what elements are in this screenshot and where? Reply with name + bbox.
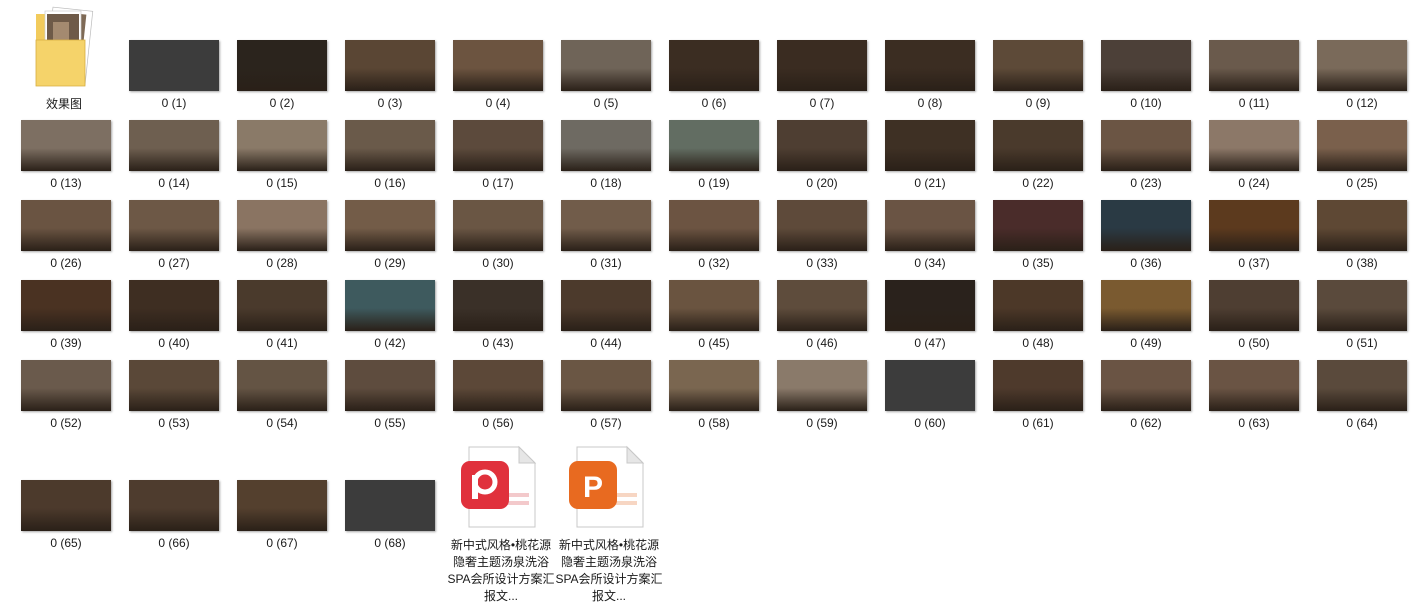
svg-text:P: P: [583, 471, 603, 504]
image-thumbnail: [453, 200, 543, 251]
image-thumbnail: [1101, 120, 1191, 171]
image-thumbnail: [237, 40, 327, 91]
image-thumbnail: [561, 120, 651, 171]
folder-icon: [35, 6, 94, 87]
image-thumbnail: [453, 360, 543, 411]
image-thumbnail: [1317, 40, 1407, 91]
image-thumbnail: [129, 120, 219, 171]
image-thumbnail: [885, 200, 975, 251]
image-thumbnail: [777, 280, 867, 331]
image-file-name: 0 (12): [1346, 96, 1378, 110]
image-thumbnail: [1317, 360, 1407, 411]
image-thumbnail: [1101, 200, 1191, 251]
image-thumbnail: [561, 360, 651, 411]
image-thumbnail: [777, 200, 867, 251]
image-thumbnail: [993, 200, 1083, 251]
image-thumbnail: [453, 280, 543, 331]
image-thumbnail: [237, 360, 327, 411]
image-thumbnail: [1101, 40, 1191, 91]
image-thumbnail: [669, 200, 759, 251]
image-thumbnail: [237, 280, 327, 331]
image-thumbnail: [21, 480, 111, 531]
image-thumbnail: [1209, 280, 1299, 331]
image-file-name: 0 (38): [1346, 256, 1378, 270]
image-thumbnail: [1101, 280, 1191, 331]
image-thumbnail: [777, 360, 867, 411]
image-thumbnail: [129, 280, 219, 331]
image-thumbnail: [777, 40, 867, 91]
image-thumbnail: [561, 40, 651, 91]
image-thumbnail: [345, 480, 435, 531]
image-file-name: 0 (64): [1346, 416, 1378, 430]
image-thumbnail: [885, 120, 975, 171]
wps-presentation-icon: [461, 445, 537, 528]
image-file-name: 0 (68): [374, 536, 406, 550]
image-thumbnail: [1209, 200, 1299, 251]
image-thumbnail: [777, 120, 867, 171]
image-thumbnail: [237, 120, 327, 171]
image-thumbnail: [993, 360, 1083, 411]
image-thumbnail: [453, 120, 543, 171]
folder-name: 效果图: [45, 97, 82, 111]
image-thumbnail: [669, 40, 759, 91]
image-thumbnail: [885, 280, 975, 331]
image-thumbnail: [129, 200, 219, 251]
image-thumbnail: [669, 280, 759, 331]
image-thumbnail: [345, 200, 435, 251]
image-thumbnail: [993, 120, 1083, 171]
document-name-2: 新中式风格•桃花源隐奢主题汤泉洗浴SPA会所设计方案汇报文...: [555, 538, 663, 603]
image-file-name: 0 (25): [1346, 176, 1378, 190]
image-thumbnail: [1101, 360, 1191, 411]
powerpoint-icon: P: [569, 445, 645, 528]
image-file-name: 0 (51): [1346, 336, 1378, 350]
image-thumbnail: [669, 120, 759, 171]
image-thumbnail: [1317, 200, 1407, 251]
image-thumbnail: [345, 120, 435, 171]
image-thumbnail: [129, 40, 219, 91]
image-thumbnail: [993, 280, 1083, 331]
document-name-1: 新中式风格•桃花源隐奢主题汤泉洗浴SPA会所设计方案汇报文...: [447, 538, 555, 603]
image-thumbnail: [1209, 40, 1299, 91]
image-thumbnail: [885, 360, 975, 411]
image-thumbnail: [345, 40, 435, 91]
image-thumbnail: [21, 120, 111, 171]
image-thumbnail: [561, 200, 651, 251]
image-thumbnail: [669, 360, 759, 411]
image-thumbnail: [345, 280, 435, 331]
image-thumbnail: [1209, 120, 1299, 171]
image-thumbnail: [561, 280, 651, 331]
image-thumbnail: [21, 200, 111, 251]
image-thumbnail: [237, 200, 327, 251]
image-thumbnail: [129, 480, 219, 531]
image-thumbnail: [1209, 360, 1299, 411]
image-thumbnail: [453, 40, 543, 91]
image-thumbnail: [129, 360, 219, 411]
file-explorer-grid: 效果图 0 (1) 0 (2) 0 (3) 0 (4) 0 (5) 0 (6) 0 (7) 0…: [0, 0, 1414, 613]
image-thumbnail: [1317, 120, 1407, 171]
image-thumbnail: [885, 40, 975, 91]
image-thumbnail: [345, 360, 435, 411]
image-thumbnail: [21, 280, 111, 331]
image-thumbnail: [237, 480, 327, 531]
image-thumbnail: [993, 40, 1083, 91]
image-thumbnail: [21, 360, 111, 411]
image-thumbnail: [1317, 280, 1407, 331]
